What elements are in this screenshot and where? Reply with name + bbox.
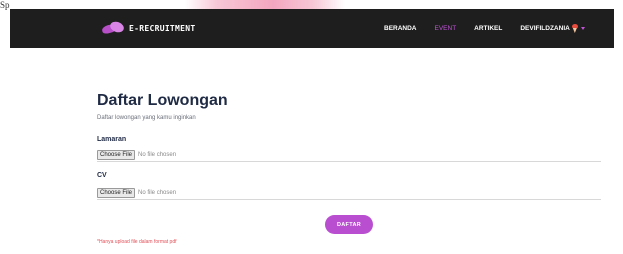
lamaran-choose-file-button[interactable]: Choose File	[97, 149, 136, 160]
cv-label: CV	[97, 172, 107, 179]
brand[interactable]: E-RECRUITMENT	[101, 19, 196, 35]
user-avatar-icon	[571, 24, 578, 33]
pdf-format-note: *Hanya upload file dalam format pdf	[97, 239, 177, 245]
chevron-down-icon	[580, 27, 585, 30]
caption-fragment: Sp	[0, 0, 10, 10]
nav-menu: BERANDA EVENT ARTIKEL DEVIFILDZANIA	[384, 24, 585, 33]
lamaran-file-input[interactable]: Choose File No file chosen	[97, 149, 601, 162]
cv-choose-file-button[interactable]: Choose File	[97, 187, 136, 198]
brand-logo-icon	[101, 19, 126, 35]
nav-item-artikel[interactable]: ARTIKEL	[474, 25, 502, 32]
nav-item-beranda[interactable]: BERANDA	[384, 25, 417, 32]
user-name: DEVIFILDZANIA	[520, 25, 570, 32]
page-title: Daftar Lowongan	[97, 92, 228, 109]
main-content: Daftar Lowongan Daftar lowongan yang kam…	[97, 92, 601, 200]
daftar-submit-button[interactable]: DAFTAR	[325, 215, 373, 234]
lamaran-file-status: No file chosen	[138, 151, 177, 158]
cv-file-status: No file chosen	[138, 189, 177, 196]
navbar: E-RECRUITMENT BERANDA EVENT ARTIKEL DEVI…	[10, 9, 614, 48]
lamaran-label: Lamaran	[97, 136, 127, 143]
cv-file-input[interactable]: Choose File No file chosen	[97, 187, 601, 200]
user-menu[interactable]: DEVIFILDZANIA	[520, 24, 585, 33]
page-subtitle: Daftar lowongan yang kamu inginkan	[97, 115, 196, 121]
brand-name: E-RECRUITMENT	[129, 23, 196, 33]
nav-item-event[interactable]: EVENT	[435, 25, 457, 32]
